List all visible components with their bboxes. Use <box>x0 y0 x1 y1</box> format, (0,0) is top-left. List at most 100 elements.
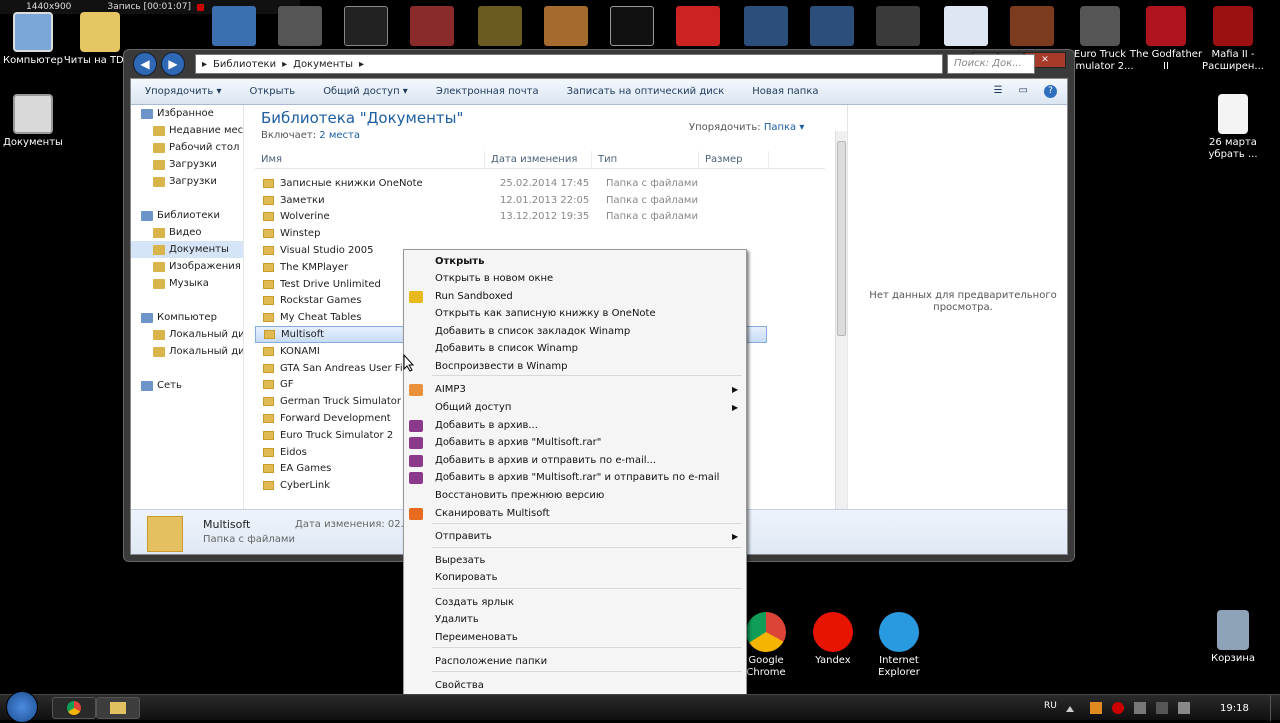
sidebar-item[interactable]: Библиотеки <box>131 207 243 224</box>
sidebar-item[interactable]: Локальный ди <box>131 326 243 343</box>
context-menu-item[interactable]: Добавить в список закладок Winamp <box>435 324 630 340</box>
column-date[interactable]: Дата изменения <box>485 151 592 169</box>
file-list-scrollbar[interactable] <box>835 131 847 509</box>
sidebar-item[interactable]: Документы <box>131 241 243 258</box>
context-menu-item[interactable]: Расположение папки <box>435 654 547 670</box>
show-desktop-button[interactable] <box>1270 695 1280 721</box>
file-row[interactable]: Wolverine 13.12.2012 19:35 Папка с файлами <box>255 209 825 226</box>
column-type[interactable]: Тип <box>592 151 699 169</box>
clock[interactable]: 19:18 <box>1220 703 1249 714</box>
desktop-icon-recycle-bin[interactable]: Корзина <box>1195 610 1271 665</box>
share-button[interactable]: Общий доступ ▾ <box>309 86 422 97</box>
context-menu-item[interactable]: Открыть <box>435 254 484 270</box>
email-button[interactable]: Электронная почта <box>422 86 553 97</box>
context-menu-item[interactable]: Добавить в архив... <box>435 418 538 434</box>
sidebar-item[interactable]: Изображения <box>131 258 243 275</box>
sidebar-item[interactable]: Избранное <box>131 105 243 122</box>
desktop-icon-game[interactable] <box>478 6 522 46</box>
context-menu-item[interactable]: Восстановить прежнюю версию <box>435 488 604 504</box>
sidebar-item[interactable]: Компьютер <box>131 309 243 326</box>
context-menu-item[interactable]: Добавить в список Winamp <box>435 341 578 357</box>
new-folder-button[interactable]: Новая папка <box>738 86 832 97</box>
help-icon[interactable]: ? <box>1044 85 1057 98</box>
column-size[interactable]: Размер <box>699 151 769 169</box>
context-menu-item[interactable]: Создать ярлык <box>435 595 514 611</box>
network-icon[interactable] <box>1156 702 1168 714</box>
desktop-icon-game[interactable] <box>278 6 322 46</box>
desktop-icon-game[interactable] <box>1010 6 1054 46</box>
burn-button[interactable]: Записать на оптический диск <box>553 86 739 97</box>
context-menu-item[interactable]: Удалить <box>435 612 479 628</box>
context-menu-item[interactable]: Общий доступ ▶ <box>435 400 738 416</box>
context-menu-item[interactable]: Сканировать Multisoft <box>435 506 550 522</box>
taskbar-explorer[interactable] <box>96 697 140 719</box>
context-menu-item[interactable]: Свойства <box>435 678 484 694</box>
arrange-dropdown[interactable]: Папка ▾ <box>764 122 805 133</box>
context-menu-item[interactable]: Добавить в архив "Multisoft.rar" и отпра… <box>435 470 719 486</box>
search-input[interactable]: Поиск: Док... <box>947 54 1035 74</box>
context-menu-item[interactable]: Открыть в новом окне <box>435 271 553 287</box>
context-menu-item[interactable]: AIMP3 ▶ <box>435 382 738 398</box>
desktop-icon-game[interactable] <box>610 6 654 46</box>
column-name[interactable]: Имя <box>255 151 485 169</box>
winrar-icon <box>409 472 423 484</box>
sidebar-item[interactable]: Сеть <box>131 377 243 394</box>
desktop-icon-game[interactable] <box>676 6 720 46</box>
taskbar-chrome[interactable] <box>52 697 96 719</box>
folder-icon <box>80 12 120 52</box>
scrollbar-thumb[interactable] <box>837 141 846 336</box>
desktop-icon-computer[interactable]: Компьютер <box>0 12 71 67</box>
desktop-icon-game[interactable] <box>944 6 988 46</box>
file-row[interactable]: Заметки 12.01.2013 22:05 Папка с файлами <box>255 192 825 209</box>
sidebar-item[interactable]: Рабочий стол <box>131 139 243 156</box>
desktop-icon-game[interactable] <box>344 6 388 46</box>
context-menu-item[interactable]: Открыть как записную книжку в OneNote <box>435 306 656 322</box>
file-row[interactable]: Записные книжки OneNote 25.02.2014 17:45 П… <box>255 175 825 192</box>
desktop-icon-yandex[interactable]: Yandex <box>795 612 871 667</box>
open-button[interactable]: Открыть <box>235 86 309 97</box>
tray-app-icon[interactable] <box>1134 702 1146 714</box>
context-menu-item[interactable]: Воспроизвести в Winamp <box>435 359 567 375</box>
desktop-icon-godfather[interactable]: The Godfather II <box>1128 6 1204 73</box>
context-menu-item-label: Удалить <box>435 614 479 625</box>
forward-button[interactable]: ▶ <box>161 52 185 76</box>
sidebar-item[interactable]: Загрузки <box>131 156 243 173</box>
start-button[interactable] <box>6 691 38 723</box>
desktop-icon-game[interactable] <box>544 6 588 46</box>
tray-expand-icon[interactable] <box>1066 704 1074 712</box>
breadcrumb-libraries[interactable]: Библиотеки <box>213 59 276 70</box>
context-menu-item[interactable]: Отправить ▶ <box>435 529 738 545</box>
sidebar-item[interactable]: Видео <box>131 224 243 241</box>
address-bar[interactable]: ▸ Библиотеки ▸ Документы ▸ <box>195 54 943 74</box>
desktop-icon-game[interactable] <box>876 6 920 46</box>
organize-button[interactable]: Упорядочить ▾ <box>131 86 235 97</box>
back-button[interactable]: ◀ <box>133 52 157 76</box>
desktop-icon-documents[interactable]: Документы <box>0 94 71 149</box>
desktop-icon-game[interactable] <box>212 6 256 46</box>
sidebar-item[interactable]: Недавние мес <box>131 122 243 139</box>
sidebar-item[interactable]: Музыка <box>131 275 243 292</box>
desktop-icon-text-file[interactable]: 26 марта убрать ... <box>1195 94 1271 161</box>
context-menu-item[interactable]: Переименовать <box>435 630 518 646</box>
volume-icon[interactable] <box>1178 702 1190 714</box>
desktop-icon-mafia[interactable]: Mafia II - Расширен... <box>1195 6 1271 73</box>
desktop-icon-game[interactable] <box>410 6 454 46</box>
file-row[interactable]: Winstep <box>255 225 825 242</box>
context-menu-item[interactable]: Копировать <box>435 570 497 586</box>
tray-app-icon[interactable] <box>1090 702 1102 714</box>
sidebar-item[interactable]: Локальный ди <box>131 343 243 360</box>
preview-pane-icon[interactable]: ▭ <box>1019 85 1028 98</box>
language-indicator[interactable]: RU <box>1044 701 1057 711</box>
context-menu-item[interactable]: Run Sandboxed <box>435 289 513 305</box>
desktop-icon-ie[interactable]: Internet Explorer <box>861 612 937 679</box>
breadcrumb-documents[interactable]: Документы <box>293 59 353 70</box>
context-menu-item[interactable]: Вырезать <box>435 553 485 569</box>
desktop-icon-game[interactable] <box>744 6 788 46</box>
sidebar-item[interactable]: Загрузки <box>131 173 243 190</box>
tray-app-icon[interactable] <box>1112 702 1124 714</box>
view-options-icon[interactable]: ☰ <box>994 85 1003 98</box>
context-menu-item[interactable]: Добавить в архив и отправить по e-mail..… <box>435 453 656 469</box>
desktop-icon-game[interactable] <box>810 6 854 46</box>
includes-link[interactable]: 2 места <box>319 130 360 141</box>
context-menu-item[interactable]: Добавить в архив "Multisoft.rar" <box>435 435 601 451</box>
